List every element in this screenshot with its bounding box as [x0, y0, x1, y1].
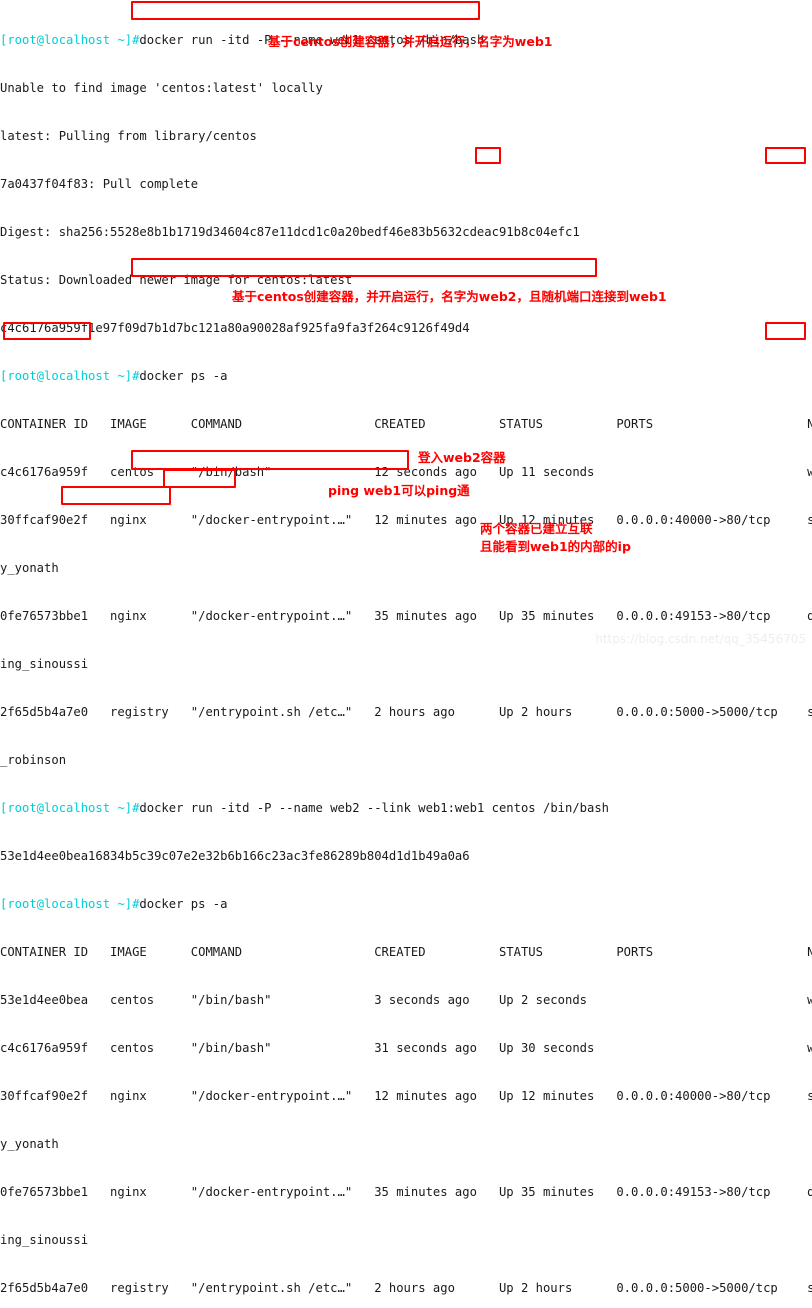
table-row: 30ffcaf90e2f nginx "/docker-entrypoint.…… [0, 1088, 812, 1104]
terminal-line-text: _robinson [0, 753, 67, 767]
terminal-line-text: c4c6176a959f centos "/bin/bash" 31 secon… [0, 1041, 812, 1055]
terminal-line-text: y_yonath [0, 1137, 59, 1151]
shell-prompt: [root@localhost ~]# [0, 369, 140, 383]
terminal-line: 53e1d4ee0bea16834b5c39c07e2e32b6b166c23a… [0, 848, 812, 864]
table-row-wrap: y_yonath [0, 560, 812, 576]
terminal-line: [root@localhost ~]#docker run -itd -P --… [0, 800, 812, 816]
shell-prompt: [root@localhost ~]# [0, 33, 140, 47]
terminal-line-text: 0fe76573bbe1 nginx "/docker-entrypoint.…… [0, 609, 812, 623]
terminal-line-text: docker run -itd -P --name web2 --link we… [139, 801, 610, 815]
shell-prompt: [root@localhost ~]# [0, 801, 140, 815]
terminal-line: [root@localhost ~]#docker ps -a [0, 896, 812, 912]
table-row: c4c6176a959f centos "/bin/bash" 12 secon… [0, 464, 812, 480]
terminal-line: c4c6176a959f1e97f09d7b1d7bc121a80a90028a… [0, 320, 812, 336]
terminal-line-text: 2f65d5b4a7e0 registry "/entrypoint.sh /e… [0, 1281, 812, 1295]
terminal-line-text: Digest: sha256:5528e8b1b1719d34604c87e11… [0, 225, 580, 239]
terminal-line-text: 7a0437f04f83: Pull complete [0, 177, 199, 191]
terminal-output[interactable]: [root@localhost ~]#docker run -itd -P --… [0, 0, 812, 1295]
table-row: c4c6176a959f centos "/bin/bash" 31 secon… [0, 1040, 812, 1056]
table-row-wrap: _robinson [0, 752, 812, 768]
table-row-wrap: ing_sinoussi [0, 656, 812, 672]
watermark: https://blog.csdn.net/qq_35456705 [595, 632, 806, 646]
table-header-row: CONTAINER ID IMAGE COMMAND CREATED STATU… [0, 944, 812, 960]
terminal-line-text: y_yonath [0, 561, 59, 575]
annotation-create-web2: 基于centos创建容器，并开启运行，名字为web2，且随机端口连接到web1 [232, 289, 667, 304]
terminal-line-text: 30ffcaf90e2f nginx "/docker-entrypoint.…… [0, 513, 812, 527]
annotation-enter-web2: 登入web2容器 [418, 450, 506, 465]
terminal-line-text: ing_sinoussi [0, 1233, 89, 1247]
terminal-line-text: latest: Pulling from library/centos [0, 129, 257, 143]
terminal-line-text: docker ps -a [139, 369, 228, 383]
table-row: 53e1d4ee0bea centos "/bin/bash" 3 second… [0, 992, 812, 1008]
terminal-line-text: ing_sinoussi [0, 657, 89, 671]
table-row-wrap: y_yonath [0, 1136, 812, 1152]
table-header-row: CONTAINER ID IMAGE COMMAND CREATED STATU… [0, 416, 812, 432]
table-row-wrap: ing_sinoussi [0, 1232, 812, 1248]
terminal-line-text: 53e1d4ee0bea centos "/bin/bash" 3 second… [0, 993, 812, 1007]
terminal-line: latest: Pulling from library/centos [0, 128, 812, 144]
terminal-line-text: Status: Downloaded newer image for cento… [0, 273, 353, 287]
terminal-line: Digest: sha256:5528e8b1b1719d34604c87e11… [0, 224, 812, 240]
table-row: 2f65d5b4a7e0 registry "/entrypoint.sh /e… [0, 1280, 812, 1296]
terminal-line-text: 53e1d4ee0bea16834b5c39c07e2e32b6b166c23a… [0, 849, 470, 863]
terminal-line: [root@localhost ~]#docker ps -a [0, 368, 812, 384]
terminal-line-text: 2f65d5b4a7e0 registry "/entrypoint.sh /e… [0, 705, 812, 719]
annotation-link-established: 两个容器已建立互联 [480, 521, 593, 536]
terminal-line-text: CONTAINER ID IMAGE COMMAND CREATED STATU… [0, 945, 812, 959]
terminal-line: Status: Downloaded newer image for cento… [0, 272, 812, 288]
terminal-line-text: docker ps -a [139, 897, 228, 911]
terminal-line-text: c4c6176a959f centos "/bin/bash" 12 secon… [0, 465, 812, 479]
terminal-line-text: c4c6176a959f1e97f09d7b1d7bc121a80a90028a… [0, 321, 470, 335]
terminal-line-text: CONTAINER ID IMAGE COMMAND CREATED STATU… [0, 417, 812, 431]
annotation-see-web1-ip: 且能看到web1的内部的ip [480, 539, 631, 554]
annotation-create-web1: 基于centos创建容器，并开启运行，名字为web1 [268, 34, 553, 49]
terminal-line-text: Unable to find image 'centos:latest' loc… [0, 81, 323, 95]
table-row: 2f65d5b4a7e0 registry "/entrypoint.sh /e… [0, 704, 812, 720]
terminal-line: 7a0437f04f83: Pull complete [0, 176, 812, 192]
table-row: 30ffcaf90e2f nginx "/docker-entrypoint.…… [0, 512, 812, 528]
terminal-line-text: 0fe76573bbe1 nginx "/docker-entrypoint.…… [0, 1185, 812, 1199]
table-row: 0fe76573bbe1 nginx "/docker-entrypoint.…… [0, 608, 812, 624]
annotation-ping-ok: ping web1可以ping通 [328, 483, 470, 498]
terminal-line-text: 30ffcaf90e2f nginx "/docker-entrypoint.…… [0, 1089, 812, 1103]
shell-prompt: [root@localhost ~]# [0, 897, 140, 911]
table-row: 0fe76573bbe1 nginx "/docker-entrypoint.…… [0, 1184, 812, 1200]
terminal-line: Unable to find image 'centos:latest' loc… [0, 80, 812, 96]
